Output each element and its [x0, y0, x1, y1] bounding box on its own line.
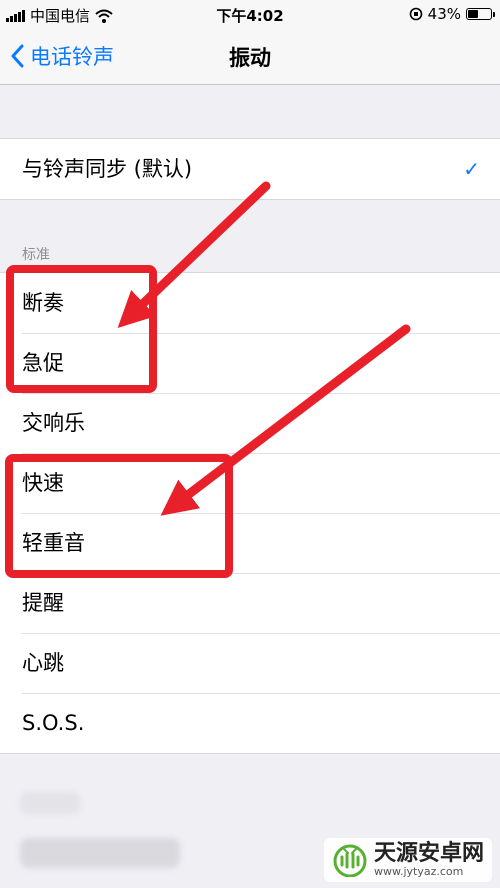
annotation-overlay [5, 181, 411, 578]
logo-icon [333, 844, 367, 877]
arrow-annotation [117, 181, 271, 328]
highlight-box [5, 454, 233, 578]
watermark: 天源安卓网 www.jytyaz.com [323, 838, 492, 882]
arrow-annotation [160, 324, 411, 516]
highlight-box [6, 265, 157, 393]
watermark-name: 天源安卓网 [373, 841, 484, 866]
watermark-url: www.jytyaz.com [373, 865, 464, 878]
